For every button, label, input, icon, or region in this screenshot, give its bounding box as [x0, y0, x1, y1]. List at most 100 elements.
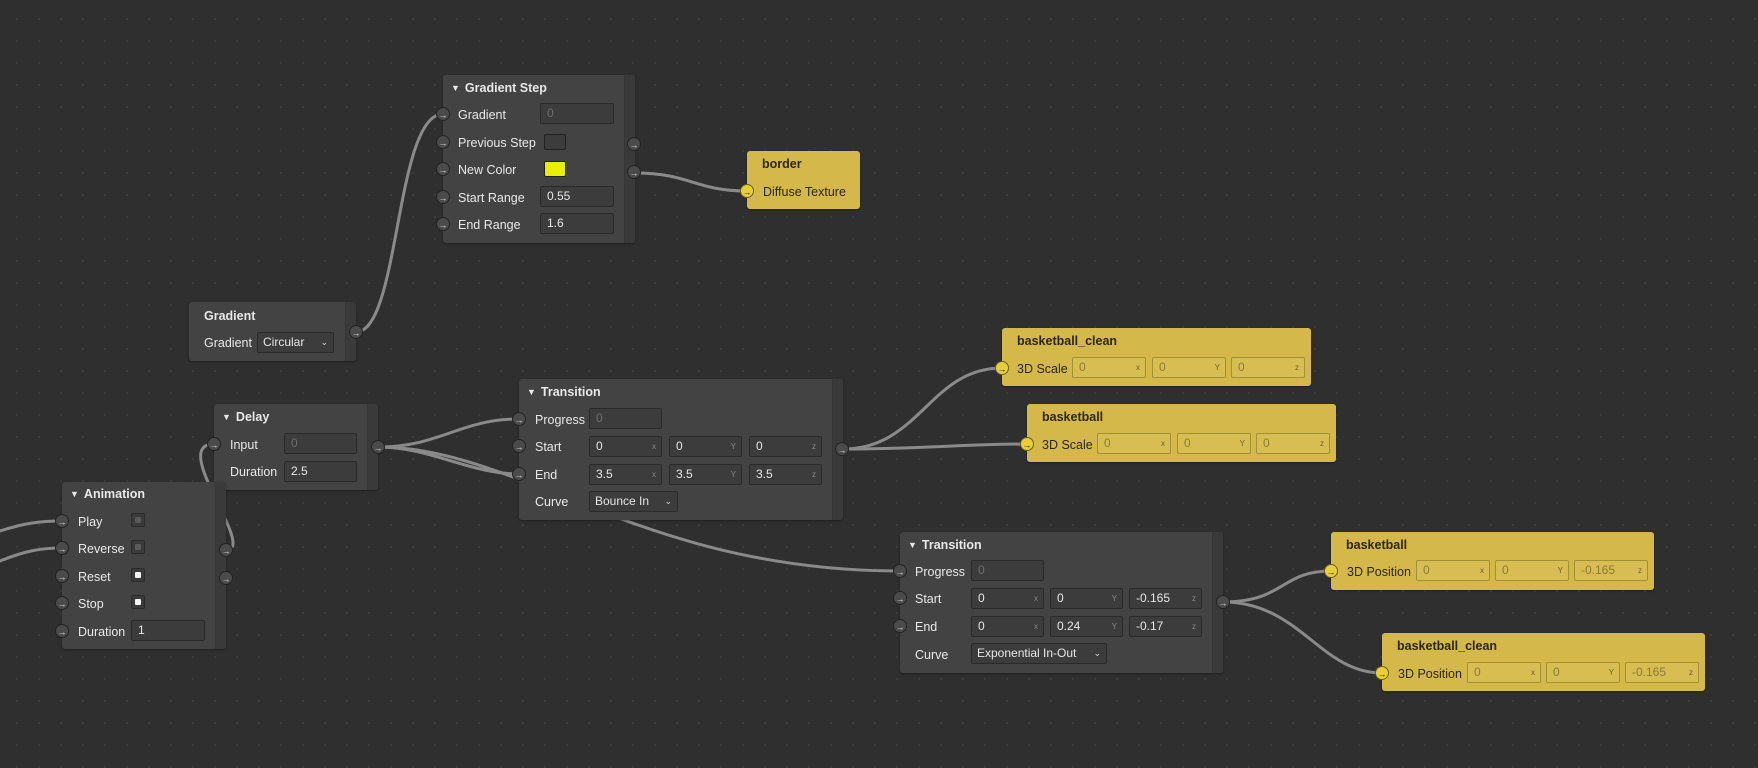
- end-range-input-port[interactable]: →: [436, 217, 450, 231]
- new-color-input-port[interactable]: →: [436, 162, 450, 176]
- end-y-field[interactable]: 3.5 Y: [669, 464, 742, 485]
- node-header[interactable]: ▼ Gradient Step: [451, 81, 547, 95]
- diffuse-texture-input-port[interactable]: →: [740, 184, 754, 198]
- previous-step-input-port[interactable]: →: [436, 135, 450, 149]
- scale-x-field[interactable]: 0x: [1097, 433, 1171, 454]
- start-input-port[interactable]: →: [512, 439, 526, 453]
- basketball-clean-position-node[interactable]: basketball_clean → 3D Position 0x 0Y -0.…: [1375, 633, 1705, 691]
- play-toggle[interactable]: [131, 513, 145, 527]
- curve-select[interactable]: Bounce In ⌄: [589, 491, 678, 512]
- collapse-triangle-icon[interactable]: ▼: [908, 540, 917, 550]
- start-y-field[interactable]: 0Y: [669, 436, 742, 457]
- basketball-scale-node[interactable]: basketball → 3D Scale 0x 0Y 0z: [1020, 404, 1336, 462]
- border-material-node[interactable]: border → Diffuse Texture: [740, 151, 860, 209]
- basketball-position-node[interactable]: basketball → 3D Position 0x 0Y -0.165 z: [1324, 532, 1654, 590]
- previous-step-color-swatch[interactable]: [544, 134, 566, 150]
- reverse-input-port[interactable]: →: [55, 541, 69, 555]
- position-z-field[interactable]: -0.165 z: [1574, 560, 1648, 581]
- transition-node-1[interactable]: ▼ Transition → Progress 0 → Start 0x 0Y 0…: [512, 379, 849, 520]
- scale-z-field[interactable]: 0z: [1256, 433, 1330, 454]
- duration-field[interactable]: 1: [131, 620, 205, 641]
- output-port-2[interactable]: →: [627, 165, 641, 179]
- 3d-position-input-port[interactable]: →: [1375, 666, 1389, 680]
- end-input-port[interactable]: →: [893, 619, 907, 633]
- node-title: Transition: [540, 385, 601, 399]
- gradient-step-node[interactable]: ▼ Gradient Step → Gradient 0 → Previous S…: [436, 75, 641, 243]
- gradient-field[interactable]: 0: [540, 103, 614, 124]
- duration-field[interactable]: 2.5: [284, 461, 357, 482]
- 3d-scale-input-port[interactable]: →: [1020, 437, 1034, 451]
- collapse-triangle-icon[interactable]: ▼: [70, 489, 79, 499]
- start-range-field[interactable]: 0.55: [540, 186, 614, 207]
- stop-button[interactable]: [131, 595, 145, 609]
- 3d-scale-input-port[interactable]: →: [995, 361, 1009, 375]
- input-port[interactable]: →: [207, 437, 221, 451]
- selected-value: Bounce In: [595, 494, 650, 508]
- delay-output-port[interactable]: →: [371, 440, 385, 454]
- position-x-field[interactable]: 0x: [1467, 662, 1541, 683]
- node-scrollbar[interactable]: [624, 75, 635, 243]
- transition-output-port[interactable]: →: [1216, 595, 1230, 609]
- collapse-triangle-icon[interactable]: ▼: [222, 412, 231, 422]
- end-range-field[interactable]: 1.6: [540, 213, 614, 234]
- transition-output-port[interactable]: →: [835, 442, 849, 456]
- stop-input-port[interactable]: →: [55, 596, 69, 610]
- output-port-1[interactable]: →: [627, 137, 641, 151]
- end-z-field[interactable]: 3.5 z: [749, 464, 822, 485]
- node-title: basketball: [1042, 410, 1104, 424]
- progress-label: Progress: [535, 413, 586, 427]
- duration-input-port[interactable]: →: [55, 624, 69, 638]
- progress-input-port[interactable]: →: [512, 412, 526, 426]
- node-header[interactable]: ▼ Transition: [908, 538, 982, 552]
- delay-node[interactable]: ▼ Delay → Input 0 Duration 2.5 →: [207, 404, 385, 490]
- transition-node-2[interactable]: ▼ Transition → Progress 0 → Start 0x 0Y -…: [893, 532, 1230, 673]
- end-y-field[interactable]: 0.24 Y: [1050, 616, 1123, 637]
- start-z-field[interactable]: -0.165 z: [1129, 588, 1202, 609]
- collapse-triangle-icon[interactable]: ▼: [527, 387, 536, 397]
- input-label: Input: [230, 438, 258, 452]
- node-scrollbar[interactable]: [215, 482, 226, 649]
- node-header[interactable]: ▼ Animation: [70, 487, 145, 501]
- position-y-field[interactable]: 0Y: [1546, 662, 1620, 683]
- scale-y-field[interactable]: 0Y: [1152, 357, 1226, 378]
- reset-button[interactable]: [131, 568, 145, 582]
- node-header[interactable]: ▼ Delay: [222, 410, 269, 424]
- reset-input-port[interactable]: →: [55, 569, 69, 583]
- start-range-input-port[interactable]: →: [436, 190, 450, 204]
- progress-input-port[interactable]: →: [893, 564, 907, 578]
- scale-x-field[interactable]: 0x: [1072, 357, 1146, 378]
- play-input-port[interactable]: →: [55, 514, 69, 528]
- input-field[interactable]: 0: [284, 433, 357, 454]
- graph-canvas[interactable]: ▼ Gradient Step → Gradient 0 → Previous S…: [0, 0, 1758, 768]
- scale-z-field[interactable]: 0z: [1231, 357, 1305, 378]
- position-z-field[interactable]: -0.165 z: [1625, 662, 1699, 683]
- new-color-swatch[interactable]: [544, 161, 566, 177]
- position-y-field[interactable]: 0Y: [1495, 560, 1569, 581]
- curve-select[interactable]: Exponential In-Out ⌄: [971, 643, 1107, 664]
- 3d-position-input-port[interactable]: →: [1324, 564, 1338, 578]
- animation-node[interactable]: ▼ Animation → Play → Reverse → Reset → St…: [55, 482, 233, 649]
- animation-output-port-1[interactable]: →: [219, 543, 233, 557]
- progress-field[interactable]: 0: [971, 560, 1044, 581]
- start-x-field[interactable]: 0x: [971, 588, 1044, 609]
- position-x-field[interactable]: 0x: [1416, 560, 1490, 581]
- gradient-node[interactable]: Gradient Gradient Circular ⌄ →: [189, 302, 363, 361]
- end-z-field[interactable]: -0.17 z: [1129, 616, 1202, 637]
- end-x-field[interactable]: 0x: [971, 616, 1044, 637]
- start-y-field[interactable]: 0Y: [1050, 588, 1123, 609]
- start-x-field[interactable]: 0x: [589, 436, 662, 457]
- collapse-triangle-icon[interactable]: ▼: [451, 83, 460, 93]
- gradient-type-select[interactable]: Circular ⌄: [257, 332, 334, 353]
- node-header[interactable]: ▼ Transition: [527, 385, 601, 399]
- start-z-field[interactable]: 0z: [749, 436, 822, 457]
- basketball-clean-scale-node[interactable]: basketball_clean → 3D Scale 0x 0Y 0z: [995, 328, 1311, 386]
- scale-y-field[interactable]: 0Y: [1177, 433, 1251, 454]
- gradient-input-port[interactable]: →: [436, 107, 450, 121]
- start-input-port[interactable]: →: [893, 591, 907, 605]
- end-input-port[interactable]: →: [512, 467, 526, 481]
- gradient-output-port[interactable]: →: [349, 325, 363, 339]
- end-x-field[interactable]: 3.5 x: [589, 464, 662, 485]
- progress-field[interactable]: 0: [589, 408, 662, 429]
- reverse-toggle[interactable]: [131, 540, 145, 554]
- animation-output-port-2[interactable]: →: [219, 571, 233, 585]
